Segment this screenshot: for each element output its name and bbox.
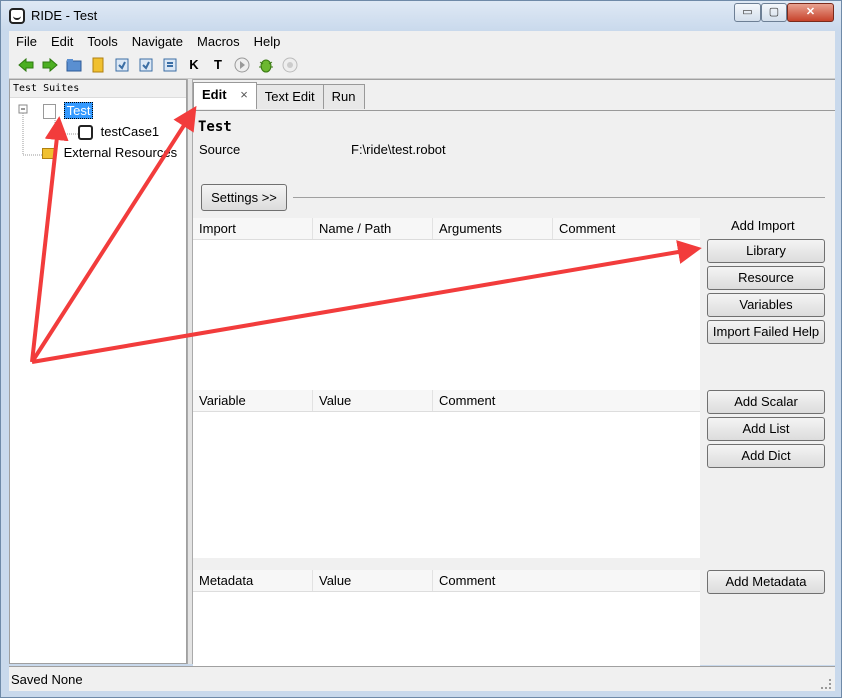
column-comment: Comment (439, 393, 496, 408)
ride-app-icon (9, 8, 25, 24)
column-import: Import (193, 218, 313, 239)
add-resource-button[interactable]: Resource (707, 266, 825, 290)
add-list-button[interactable]: Add List (707, 417, 825, 441)
status-text: Saved None (11, 672, 83, 687)
add-library-button[interactable]: Library (707, 239, 825, 263)
test-suites-tree: Test Suites Test testCase1 External Reso… (9, 79, 187, 664)
import-table-header: Import Name / Path Arguments Comment (193, 218, 700, 240)
forward-arrow-icon[interactable] (41, 56, 59, 74)
back-arrow-icon[interactable] (17, 56, 35, 74)
variable-table-header: Variable Value Comment (193, 390, 700, 412)
add-metadata-button[interactable]: Add Metadata (707, 570, 825, 594)
source-label: Source (199, 142, 241, 157)
table-separator (193, 558, 700, 570)
editor-pane: Edit × Text Edit Run Test Source F:\ride… (193, 79, 835, 666)
save-all-icon[interactable] (137, 56, 155, 74)
window-title: RIDE - Test (31, 8, 98, 23)
tree-item-external-resources[interactable]: External Resources (42, 144, 177, 162)
settings-divider (293, 197, 825, 198)
menu-macros[interactable]: Macros (190, 34, 247, 49)
menu-file[interactable]: File (9, 34, 44, 49)
tree-item-testcase1-label: testCase1 (100, 124, 160, 139)
debug-bug-icon[interactable] (257, 56, 275, 74)
close-button[interactable]: ✕ (787, 3, 834, 22)
folder-icon (42, 148, 56, 160)
editor-tabs: Edit × Text Edit Run (193, 82, 365, 110)
menu-help[interactable]: Help (247, 34, 288, 49)
settings-toggle-button[interactable]: Settings >> (201, 184, 287, 211)
column-value: Value (313, 390, 433, 411)
save-icon[interactable] (113, 56, 131, 74)
close-tab-icon[interactable]: × (240, 87, 248, 102)
ride-window: RIDE - Test ▭ ▢ ✕ File Edit Tools Naviga… (0, 0, 842, 698)
import-table[interactable]: Import Name / Path Arguments Comment (193, 218, 700, 390)
tab-edit[interactable]: Edit × (193, 82, 257, 109)
tag-icon[interactable]: T (209, 56, 227, 74)
tab-text-edit[interactable]: Text Edit (255, 84, 324, 109)
keyword-icon[interactable]: K (185, 56, 203, 74)
metadata-table-header: Metadata Value Comment (193, 570, 700, 592)
title-bar[interactable]: RIDE - Test ▭ ▢ ✕ (1, 1, 841, 31)
menu-edit[interactable]: Edit (44, 34, 80, 49)
source-path: F:\ride\test.robot (351, 142, 446, 157)
suite-title: Test (198, 119, 232, 135)
open-folder-icon[interactable] (65, 56, 83, 74)
tab-edit-label: Edit (202, 87, 227, 102)
import-failed-help-button[interactable]: Import Failed Help (707, 320, 825, 344)
menu-bar: File Edit Tools Navigate Macros Help (9, 31, 835, 51)
tab-run[interactable]: Run (322, 84, 365, 109)
column-comment: Comment (439, 573, 496, 588)
tree-header: Test Suites (10, 80, 186, 98)
add-scalar-button[interactable]: Add Scalar (707, 390, 825, 414)
edit-content: Test Source F:\ride\test.robot Settings … (193, 110, 835, 666)
add-dict-button[interactable]: Add Dict (707, 444, 825, 468)
toolbar: K T (9, 51, 835, 79)
file-icon (43, 104, 56, 120)
search-keywords-icon[interactable] (161, 56, 179, 74)
column-name-path: Name / Path (313, 218, 433, 239)
menu-tools[interactable]: Tools (80, 34, 124, 49)
add-import-label: Add Import (731, 218, 795, 233)
metadata-table[interactable]: Metadata Value Comment (193, 570, 700, 666)
column-variable: Variable (193, 390, 313, 411)
maximize-button[interactable]: ▢ (761, 3, 787, 22)
variable-table[interactable]: Variable Value Comment (193, 390, 700, 558)
run-icon[interactable] (233, 56, 251, 74)
resize-grip-icon[interactable] (821, 679, 831, 689)
tree-item-test[interactable]: Test (43, 102, 94, 120)
menu-navigate[interactable]: Navigate (125, 34, 190, 49)
column-arguments: Arguments (433, 218, 553, 239)
tree-item-testcase1[interactable]: testCase1 (78, 123, 159, 141)
minimize-button[interactable]: ▭ (734, 3, 761, 22)
tree-item-external-label: External Resources (63, 145, 178, 160)
status-bar: Saved None (9, 666, 835, 691)
column-metadata: Metadata (193, 570, 313, 591)
stop-icon[interactable] (281, 56, 299, 74)
robot-icon (78, 125, 93, 141)
column-value: Value (313, 570, 433, 591)
column-comment: Comment (559, 221, 616, 236)
open-directory-icon[interactable] (89, 56, 107, 74)
add-variables-button[interactable]: Variables (707, 293, 825, 317)
tree-item-test-label: Test (63, 102, 94, 119)
